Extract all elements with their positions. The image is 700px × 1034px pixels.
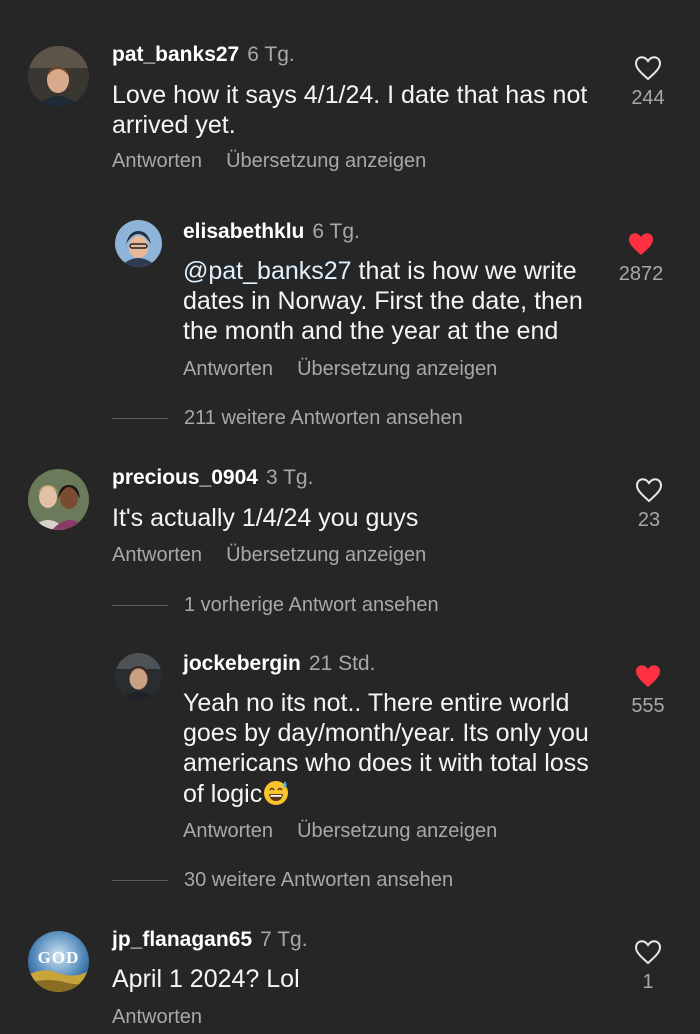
- username[interactable]: jp_flanagan65: [112, 928, 252, 951]
- avatar[interactable]: GOD: [28, 931, 89, 992]
- divider: [112, 880, 168, 882]
- timestamp: 6 Tg.: [312, 220, 360, 243]
- reply-button[interactable]: Antworten: [183, 358, 273, 380]
- view-more-replies-label: 30 weitere Antworten ansehen: [184, 869, 454, 891]
- comment-text: April 1 2024? Lol: [112, 965, 300, 993]
- translate-button[interactable]: Übersetzung anzeigen: [226, 150, 426, 172]
- heart-outline-icon[interactable]: [635, 477, 663, 503]
- translate-button[interactable]: Übersetzung anzeigen: [297, 820, 497, 842]
- comment-actions: Antworten Übersetzung anzeigen: [112, 148, 426, 174]
- reply-button[interactable]: Antworten: [112, 1006, 202, 1028]
- comment-actions: Antworten Übersetzung anzeigen: [112, 542, 426, 568]
- username[interactable]: pat_banks27: [112, 43, 239, 66]
- comments-list: pat_banks27 6 Tg. Love how it says 4/1/24…: [0, 0, 700, 1034]
- like-count: 555: [631, 695, 665, 717]
- view-more-replies[interactable]: 211 weitere Antworten ansehen: [112, 405, 463, 431]
- mention-link[interactable]: @pat_banks27: [183, 257, 352, 285]
- view-more-replies[interactable]: 30 weitere Antworten ansehen: [112, 867, 453, 893]
- comment-actions: Antworten: [112, 1004, 202, 1030]
- timestamp: 6 Tg.: [247, 43, 295, 66]
- comment-meta: pat_banks27 6 Tg.: [112, 42, 295, 68]
- heart-filled-icon[interactable]: [627, 231, 655, 257]
- like-control: 244: [618, 55, 678, 111]
- comment-meta: jockebergin 21 Std.: [183, 651, 375, 677]
- avatar[interactable]: [28, 46, 89, 107]
- like-control: 1: [618, 939, 678, 995]
- avatar[interactable]: [28, 469, 89, 530]
- comment-meta: jp_flanagan65 7 Tg.: [112, 927, 308, 953]
- comment-text: @pat_banks27 that is how we write dates …: [183, 256, 603, 346]
- view-previous-replies[interactable]: 1 vorherige Antwort ansehen: [112, 592, 439, 618]
- comment-meta: precious_0904 3 Tg.: [112, 465, 313, 491]
- comment-text: Yeah no its not.. There entire world goe…: [183, 688, 603, 809]
- translate-button[interactable]: Übersetzung anzeigen: [297, 358, 497, 380]
- reply-button[interactable]: Antworten: [112, 544, 202, 566]
- username[interactable]: elisabethklu: [183, 220, 304, 243]
- timestamp: 7 Tg.: [260, 928, 308, 951]
- divider: [112, 605, 168, 607]
- view-more-replies-label: 211 weitere Antworten ansehen: [184, 407, 463, 429]
- avatar[interactable]: [115, 653, 162, 700]
- grinning-sweat-emoji: [264, 781, 289, 805]
- comment-meta: elisabethklu 6 Tg.: [183, 219, 360, 245]
- comment-text: It's actually 1/4/24 you guys: [112, 504, 419, 532]
- comment-actions: Antworten Übersetzung anzeigen: [183, 818, 497, 844]
- heart-outline-icon[interactable]: [634, 55, 662, 81]
- reply-button[interactable]: Antworten: [112, 150, 202, 172]
- like-count: 1: [642, 971, 654, 993]
- avatar-logo-text: GOD: [37, 948, 80, 967]
- like-control: 2872: [611, 231, 671, 287]
- like-control: 23: [619, 477, 679, 533]
- view-previous-replies-label: 1 vorherige Antwort ansehen: [184, 594, 439, 616]
- like-count: 2872: [618, 263, 664, 285]
- heart-filled-icon[interactable]: [634, 663, 662, 689]
- comment-body: Yeah no its not.. There entire world goe…: [183, 689, 589, 808]
- reply-button[interactable]: Antworten: [183, 820, 273, 842]
- divider: [112, 418, 168, 420]
- username[interactable]: precious_0904: [112, 466, 258, 489]
- timestamp: 3 Tg.: [265, 466, 314, 489]
- translate-button[interactable]: Übersetzung anzeigen: [226, 544, 426, 566]
- like-count: 244: [631, 87, 665, 109]
- like-control: 555: [618, 663, 678, 719]
- heart-outline-icon[interactable]: [634, 939, 662, 965]
- comment-text: Love how it says 4/1/24. I date that has…: [112, 81, 588, 139]
- username[interactable]: jockebergin: [183, 652, 301, 675]
- timestamp: 21 Std.: [308, 652, 376, 675]
- avatar[interactable]: [115, 220, 162, 267]
- comment-actions: Antworten Übersetzung anzeigen: [183, 356, 497, 382]
- like-count: 23: [637, 509, 661, 531]
